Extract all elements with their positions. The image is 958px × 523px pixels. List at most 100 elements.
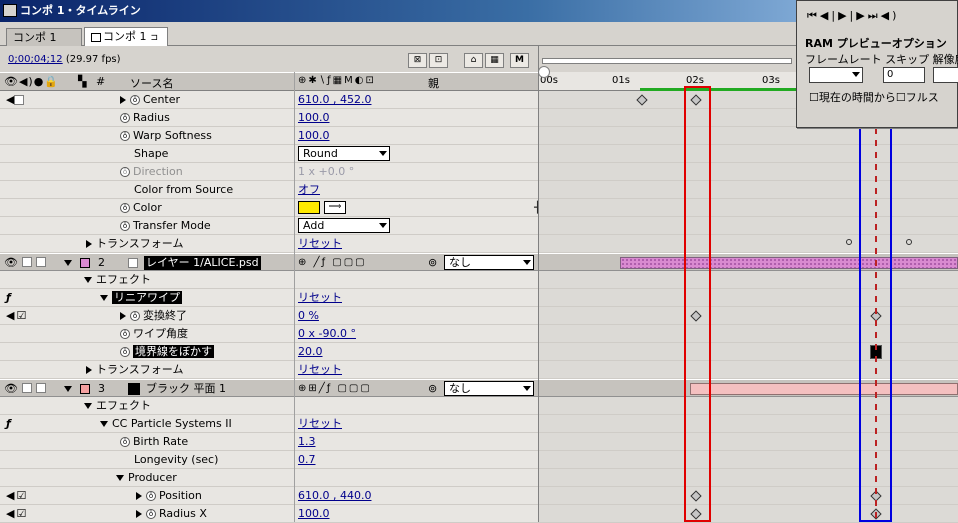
tab-comp1-a[interactable]: コンポ 1 (6, 28, 82, 46)
label-color-swatch[interactable] (80, 384, 90, 394)
keyframe[interactable] (636, 94, 648, 106)
collapse-arrow-icon[interactable] (100, 295, 108, 301)
layer-row-2[interactable]: 👁 2 レイヤー 1/ALICE.psd ⊕ ╱ƒ ▢▢▢ ⊚ なし (0, 253, 958, 271)
stopwatch-icon[interactable]: ŏ (120, 347, 130, 357)
resolution-dropdown[interactable] (933, 67, 958, 83)
stopwatch-icon[interactable]: ŏ (120, 221, 130, 231)
next-frame-icon[interactable]: |▶ (850, 9, 868, 22)
expand-arrow-icon[interactable] (86, 240, 92, 248)
eyedropper-icon[interactable]: ⟹ (324, 201, 346, 214)
property-row-wipe-angle[interactable]: ŏ ワイプ角度 0 x -90.0 ° (0, 325, 958, 343)
layer-row-3[interactable]: 👁 3 ブラック 平面 1 ⊕⊞╱ƒ ▢▢▢ ⊚ なし (0, 379, 958, 397)
collapse-arrow-icon[interactable] (116, 475, 124, 481)
stopwatch-icon[interactable]: ŏ (120, 203, 130, 213)
property-row-radius-x[interactable]: ◀ ☑ ŏ Radius X 100.0 (0, 505, 958, 523)
stopwatch-icon[interactable]: ŏ (120, 131, 130, 141)
expand-arrow-icon[interactable] (136, 510, 142, 518)
transform-reset-link[interactable]: リセット (298, 363, 342, 377)
property-row-color-from-source[interactable]: Color from Source オフ (0, 181, 958, 199)
stopwatch-icon[interactable]: ŏ (120, 437, 130, 447)
eye-icon[interactable]: 👁 (4, 256, 18, 270)
solo-switch[interactable] (36, 383, 46, 393)
expand-arrow-icon[interactable] (120, 96, 126, 104)
label-color-swatch[interactable] (80, 258, 90, 268)
property-group-transform[interactable]: トランスフォーム リセット (0, 235, 958, 253)
expand-arrow-icon[interactable] (86, 366, 92, 374)
current-time-indicator[interactable] (875, 128, 877, 522)
layer-switches[interactable]: ⊕ ╱ƒ ▢▢▢ (298, 256, 367, 270)
color-swatch[interactable] (298, 201, 320, 214)
property-row-position[interactable]: ◀ ☑ ŏ Position 610.0 , 440.0 (0, 487, 958, 505)
audio-switch[interactable] (22, 383, 32, 393)
layer-duration-bar[interactable] (620, 257, 958, 269)
frame-blend-button[interactable]: ⌂ (464, 53, 483, 68)
collapse-arrow-icon[interactable] (64, 382, 76, 396)
stopwatch-icon[interactable]: ŏ (120, 329, 130, 339)
expand-arrow-icon[interactable] (120, 312, 126, 320)
last-frame-icon[interactable]: ⏭ (868, 9, 881, 22)
solo-switch[interactable] (36, 257, 46, 267)
motion-blur-button[interactable]: ▦ (485, 53, 504, 68)
work-area-start-handle[interactable] (538, 66, 550, 78)
property-row-direction[interactable]: ŏ Direction 1 x +0.0 ° (0, 163, 958, 181)
frame-rate-dropdown[interactable] (809, 67, 863, 83)
property-row-warp-softness[interactable]: ŏ Warp Softness 100.0 (0, 127, 958, 145)
layer-duration-bar[interactable] (690, 383, 958, 395)
parent-pickwhip-icon[interactable]: ⊚ (428, 382, 437, 396)
keyframe[interactable] (690, 508, 702, 520)
effect-row-linear-wipe[interactable]: ƒ リニアワイプ リセット (0, 289, 958, 307)
transfer-mode-dropdown[interactable]: Add (298, 218, 390, 233)
keyframe[interactable] (690, 310, 702, 322)
layer-name[interactable]: ブラック 平面 1 (146, 382, 226, 396)
effect-reset-link[interactable]: リセット (298, 291, 342, 305)
fx-toggle-icon[interactable]: ƒ (6, 417, 11, 431)
property-row-color[interactable]: ŏColor ⟹ ┤ (0, 199, 958, 217)
property-row-feather[interactable]: ŏ 境界線をぼかす 20.0 (0, 343, 958, 361)
property-row-transition-completion[interactable]: ◀ ☑ ŏ 変換終了 0 % (0, 307, 958, 325)
collapse-arrow-icon[interactable] (84, 277, 92, 283)
skip-input[interactable]: 0 (883, 67, 925, 83)
property-row-transfer-mode[interactable]: ŏ Transfer Mode Add (0, 217, 958, 235)
property-row-birth-rate[interactable]: ŏ Birth Rate 1.3 (0, 433, 958, 451)
property-group-transform-2[interactable]: トランスフォーム リセット (0, 361, 958, 379)
property-row-longevity[interactable]: Longevity (sec) 0.7 (0, 451, 958, 469)
prev-frame-icon[interactable]: ◀| (820, 9, 838, 22)
time-navigator[interactable] (542, 58, 792, 64)
draft-3d-button[interactable]: ⊠ (408, 53, 427, 68)
keyframe-nav-icon[interactable]: ◀ ☑ (6, 309, 26, 323)
parent-dropdown[interactable]: なし (444, 255, 534, 270)
property-group-producer[interactable]: Producer (0, 469, 958, 487)
keyframe[interactable] (690, 490, 702, 502)
expand-arrow-icon[interactable] (136, 492, 142, 500)
from-current-time-checkbox[interactable]: ☐現在の時間から☐フルス (809, 89, 939, 105)
shy-button[interactable]: ⊡ (429, 53, 448, 68)
stopwatch-icon[interactable]: ŏ (130, 311, 140, 321)
parent-pickwhip-icon[interactable]: ⊚ (428, 256, 437, 270)
layer-name[interactable]: レイヤー 1/ALICE.psd (144, 256, 261, 270)
color-from-source-value[interactable]: オフ (298, 183, 320, 197)
audio-icon[interactable]: ◀) (881, 9, 900, 22)
stopwatch-icon[interactable]: ŏ (146, 509, 156, 519)
keyframe-nav-icon[interactable]: ◀ ☑ (6, 489, 26, 503)
transform-reset-link[interactable]: リセット (298, 237, 342, 251)
collapse-arrow-icon[interactable] (84, 403, 92, 409)
panel-divider[interactable] (538, 46, 539, 522)
collapse-arrow-icon[interactable] (64, 256, 76, 270)
audio-switch[interactable] (22, 257, 32, 267)
tab-close-icon[interactable]: ⊐ (151, 33, 159, 43)
parent-dropdown[interactable]: なし (444, 381, 534, 396)
keyframe[interactable] (690, 94, 702, 106)
stopwatch-icon[interactable]: ŏ (130, 95, 140, 105)
timecode-display[interactable]: 0;00;04;12 (29.97 fps) (8, 54, 121, 65)
stopwatch-icon[interactable]: ŏ (146, 491, 156, 501)
keyframe-nav-icon[interactable]: ◀ ☑ (6, 507, 26, 521)
stopwatch-icon[interactable]: ŏ (120, 113, 130, 123)
effect-reset-link[interactable]: リセット (298, 417, 342, 431)
keyframe-nav-icon[interactable]: ◀ (6, 93, 26, 107)
property-group-effects-3[interactable]: エフェクト (0, 397, 958, 415)
graph-editor-button[interactable]: M (510, 53, 529, 68)
fx-toggle-icon[interactable]: ƒ (6, 291, 11, 305)
play-icon[interactable]: ▶ (838, 9, 849, 22)
property-group-effects[interactable]: エフェクト (0, 271, 958, 289)
radius-value[interactable]: 100.0 (298, 111, 330, 125)
